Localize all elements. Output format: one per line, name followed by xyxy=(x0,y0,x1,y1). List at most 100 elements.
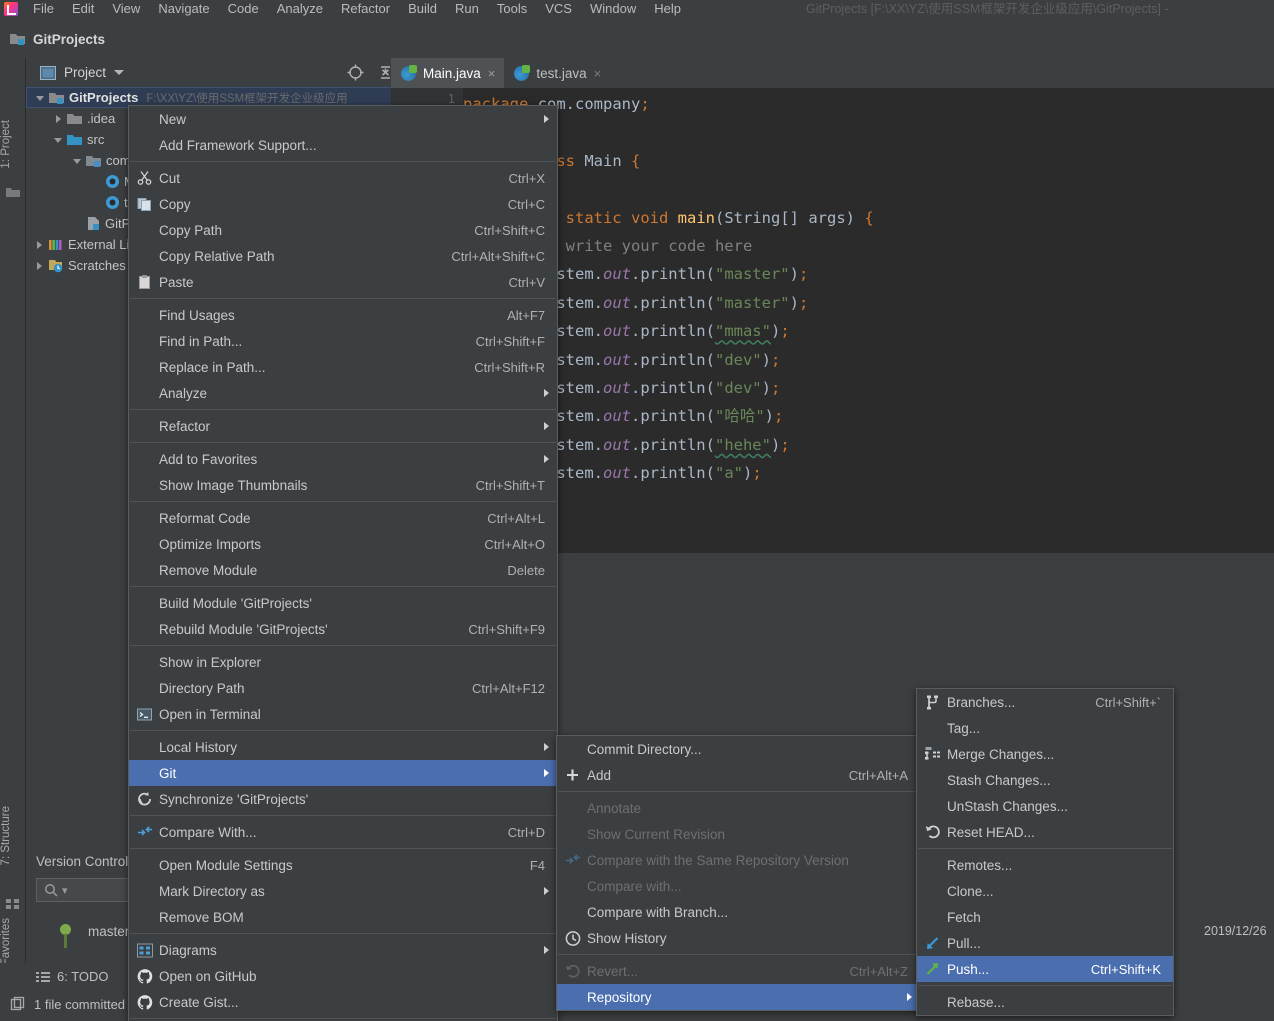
menu-item-cut[interactable]: Cut Ctrl+X xyxy=(129,165,557,191)
menu-item-pull[interactable]: Pull... xyxy=(917,930,1173,956)
menu-item-unstash-changes[interactable]: UnStash Changes... xyxy=(917,793,1173,819)
menu-item-open-in-terminal[interactable]: Open in Terminal xyxy=(129,701,557,727)
menu-item-show-image-thumbnails[interactable]: Show Image Thumbnails Ctrl+Shift+T xyxy=(129,472,557,498)
menu-separator xyxy=(130,933,556,934)
menu-item-find-usages[interactable]: Find Usages Alt+F7 xyxy=(129,302,557,328)
menu-item-repository[interactable]: Repository xyxy=(557,984,920,1010)
menu-separator xyxy=(918,985,1172,986)
menu-item-synchronize-gitprojects[interactable]: Synchronize 'GitProjects' xyxy=(129,786,557,812)
menubar-item-vcs[interactable]: VCS xyxy=(536,0,581,18)
menu-item-branches[interactable]: Branches... Ctrl+Shift+` xyxy=(917,689,1173,715)
editor-tab-main-java[interactable]: Main.java × xyxy=(391,58,505,88)
menubar-item-view[interactable]: View xyxy=(103,0,149,18)
menu-item-merge-changes[interactable]: Merge Changes... xyxy=(917,741,1173,767)
menubar-item-run[interactable]: Run xyxy=(446,0,488,18)
menubar-item-window[interactable]: Window xyxy=(581,0,645,18)
menubar-item-file[interactable]: File xyxy=(24,0,63,18)
menu-item-compare-with-branch[interactable]: Compare with Branch... xyxy=(557,899,920,925)
menu-item-compare-with[interactable]: Compare With... Ctrl+D xyxy=(129,819,557,845)
editor-tab-test-java[interactable]: test.java × xyxy=(504,58,610,88)
menu-bar[interactable]: File Edit View Navigate Code Analyze Refactor B… xyxy=(24,0,690,18)
menubar-item-refactor[interactable]: Refactor xyxy=(332,0,399,18)
menu-item-local-history[interactable]: Local History xyxy=(129,734,557,760)
menu-item-paste[interactable]: Paste Ctrl+V xyxy=(129,269,557,295)
repository-submenu[interactable]: Branches... Ctrl+Shift+` Tag... Merge Chang… xyxy=(916,688,1174,1016)
module-folder-icon xyxy=(49,91,65,105)
menubar-item-build[interactable]: Build xyxy=(399,0,446,18)
menu-item-commit-directory[interactable]: Commit Directory... xyxy=(557,736,920,762)
menu-item-optimize-imports[interactable]: Optimize Imports Ctrl+Alt+O xyxy=(129,531,557,557)
menu-separator xyxy=(130,848,556,849)
menu-item-analyze[interactable]: Analyze xyxy=(129,380,557,406)
menu-item-show-in-explorer[interactable]: Show in Explorer xyxy=(129,649,557,675)
menu-item-copy-path[interactable]: Copy Path Ctrl+Shift+C xyxy=(129,217,557,243)
menu-item-push[interactable]: Push... Ctrl+Shift+K xyxy=(917,956,1173,982)
menubar-item-help[interactable]: Help xyxy=(645,0,690,18)
menu-item-directory-path[interactable]: Directory Path Ctrl+Alt+F12 xyxy=(129,675,557,701)
menu-item-reformat-code[interactable]: Reformat Code Ctrl+Alt+L xyxy=(129,505,557,531)
menu-item-copy[interactable]: Copy Ctrl+C xyxy=(129,191,557,217)
chevron-down-icon[interactable] xyxy=(35,92,47,104)
chevron-down-icon[interactable] xyxy=(72,155,84,167)
chevron-right-icon[interactable] xyxy=(34,239,46,251)
chevron-right-icon[interactable] xyxy=(53,113,65,125)
menu-item-rebuild-module-gitprojects[interactable]: Rebuild Module 'GitProjects' Ctrl+Shift+F… xyxy=(129,616,557,642)
menu-item-label: Stash Changes... xyxy=(947,772,1051,788)
menu-item-fetch[interactable]: Fetch xyxy=(917,904,1173,930)
menu-item-remove-bom[interactable]: Remove BOM xyxy=(129,904,557,930)
menu-item-open-on-github[interactable]: Open on GitHub xyxy=(129,963,557,989)
menu-item-find-in-path[interactable]: Find in Path... Ctrl+Shift+F xyxy=(129,328,557,354)
sidebar-tab-project[interactable]: 1: Project xyxy=(0,120,26,169)
git-submenu[interactable]: Commit Directory... Add Ctrl+Alt+A Annotate… xyxy=(556,735,921,1011)
menu-item-label: Pull... xyxy=(947,935,981,951)
menubar-item-tools[interactable]: Tools xyxy=(488,0,536,18)
project-view-selector[interactable]: Project xyxy=(40,65,125,80)
project-context-menu[interactable]: New Add Framework Support... Cut Ctrl+X Copy… xyxy=(128,105,558,1021)
menu-item-diagrams[interactable]: Diagrams xyxy=(129,937,557,963)
menu-item-add[interactable]: Add Ctrl+Alt+A xyxy=(557,762,920,788)
menu-item-add-framework-support[interactable]: Add Framework Support... xyxy=(129,132,557,158)
menu-separator xyxy=(130,586,556,587)
menu-item-refactor[interactable]: Refactor xyxy=(129,413,557,439)
menu-item-copy-relative-path[interactable]: Copy Relative Path Ctrl+Alt+Shift+C xyxy=(129,243,557,269)
menubar-item-analyze[interactable]: Analyze xyxy=(268,0,332,18)
menu-item-new[interactable]: New xyxy=(129,106,557,132)
menu-item-rebase[interactable]: Rebase... xyxy=(917,989,1173,1015)
menu-item-add-to-favorites[interactable]: Add to Favorites xyxy=(129,446,557,472)
todo-tab[interactable]: 6: TODO xyxy=(36,969,109,984)
menubar-item-edit[interactable]: Edit xyxy=(63,0,103,18)
editor-tab-bar[interactable]: Main.java × test.java × xyxy=(391,58,1274,88)
menu-item-open-module-settings[interactable]: Open Module Settings F4 xyxy=(129,852,557,878)
menu-item-show-current-revision: Show Current Revision xyxy=(557,821,920,847)
paste-icon xyxy=(136,274,153,291)
menu-item-create-gist[interactable]: Create Gist... xyxy=(129,989,557,1015)
menu-item-remove-module[interactable]: Remove Module Delete xyxy=(129,557,557,583)
menu-item-accelerator: Ctrl+Alt+Shift+C xyxy=(451,248,545,264)
menu-item-stash-changes[interactable]: Stash Changes... xyxy=(917,767,1173,793)
commit-status: 1 file committed xyxy=(10,996,125,1012)
editor-code[interactable]: package com.company; public class Main {… xyxy=(463,88,1274,553)
search-caret-icon[interactable]: ▾ xyxy=(62,884,68,897)
chevron-down-icon[interactable] xyxy=(114,70,125,75)
menu-item-reset-head[interactable]: Reset HEAD... xyxy=(917,819,1173,845)
menu-item-clone[interactable]: Clone... xyxy=(917,878,1173,904)
close-icon[interactable]: × xyxy=(488,66,496,81)
menu-item-build-module-gitprojects[interactable]: Build Module 'GitProjects' xyxy=(129,590,557,616)
chevron-right-icon[interactable] xyxy=(34,260,46,272)
menubar-item-code[interactable]: Code xyxy=(219,0,268,18)
menubar-item-navigate[interactable]: Navigate xyxy=(149,0,218,18)
submenu-arrow-icon xyxy=(544,946,549,954)
locate-icon[interactable] xyxy=(347,64,364,81)
menu-item-show-history[interactable]: Show History xyxy=(557,925,920,951)
menu-item-git[interactable]: Git xyxy=(129,760,557,786)
chevron-down-icon[interactable] xyxy=(53,134,65,146)
menu-item-tag[interactable]: Tag... xyxy=(917,715,1173,741)
sidebar-tab-structure[interactable]: 7: Structure xyxy=(0,806,26,865)
submenu-arrow-icon xyxy=(544,769,549,777)
menu-item-replace-in-path[interactable]: Replace in Path... Ctrl+Shift+R xyxy=(129,354,557,380)
menu-item-remotes[interactable]: Remotes... xyxy=(917,852,1173,878)
close-icon[interactable]: × xyxy=(594,66,602,81)
menu-item-mark-directory-as[interactable]: Mark Directory as xyxy=(129,878,557,904)
menu-item-label: Replace in Path... xyxy=(159,359,266,375)
